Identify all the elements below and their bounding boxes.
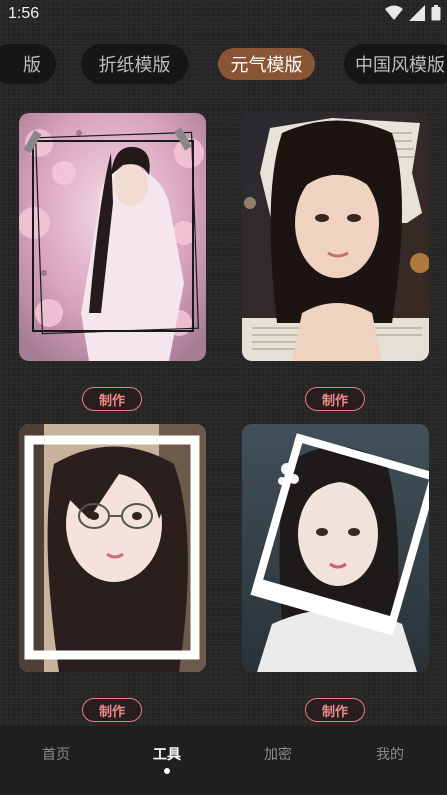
nav-mine[interactable]: 我的 — [350, 744, 430, 764]
tab-origami-template[interactable]: 折纸模版 — [81, 44, 188, 84]
nav-tools[interactable]: 工具 — [127, 744, 207, 774]
bottom-navigation: 首页 工具 加密 我的 — [0, 726, 447, 795]
active-indicator-dot — [164, 768, 170, 774]
template-preview-image — [242, 113, 429, 361]
signal-icon — [409, 5, 425, 25]
nav-encrypt[interactable]: 加密 — [238, 744, 318, 764]
wifi-icon — [385, 5, 403, 25]
tab-label: 元气模版 — [230, 55, 303, 76]
tab-vitality-template[interactable]: 元气模版 — [218, 48, 315, 80]
template-preview-image — [242, 424, 429, 672]
make-button[interactable]: 制作 — [82, 698, 142, 722]
template-card-polaroid[interactable] — [242, 424, 429, 672]
tab-label: 版 — [23, 55, 41, 76]
nav-label: 我的 — [376, 747, 404, 763]
nav-label: 工具 — [153, 747, 181, 763]
make-button[interactable]: 制作 — [305, 698, 365, 722]
status-bar: 1:56 — [0, 0, 447, 30]
status-time: 1:56 — [8, 5, 40, 22]
status-icons — [385, 5, 441, 25]
template-category-tabs: 版 折纸模版 元气模版 中国风模版 — [0, 44, 447, 86]
template-card-white-frame[interactable] — [19, 424, 206, 672]
template-preview-image — [19, 113, 206, 361]
nav-home[interactable]: 首页 — [16, 744, 96, 764]
battery-icon — [431, 5, 441, 25]
nav-label: 首页 — [42, 747, 70, 763]
nav-label: 加密 — [264, 747, 292, 763]
make-button[interactable]: 制作 — [82, 387, 142, 411]
tab-chinese-style-template[interactable]: 中国风模版 — [344, 44, 447, 84]
template-card-newspaper[interactable] — [242, 113, 429, 361]
template-preview-image — [19, 424, 206, 672]
tab-partial-template[interactable]: 版 — [0, 44, 56, 84]
tab-label: 中国风模版 — [355, 55, 445, 76]
tab-label: 折纸模版 — [98, 55, 171, 76]
make-button[interactable]: 制作 — [305, 387, 365, 411]
template-card-cherry-blossom[interactable] — [19, 113, 206, 361]
